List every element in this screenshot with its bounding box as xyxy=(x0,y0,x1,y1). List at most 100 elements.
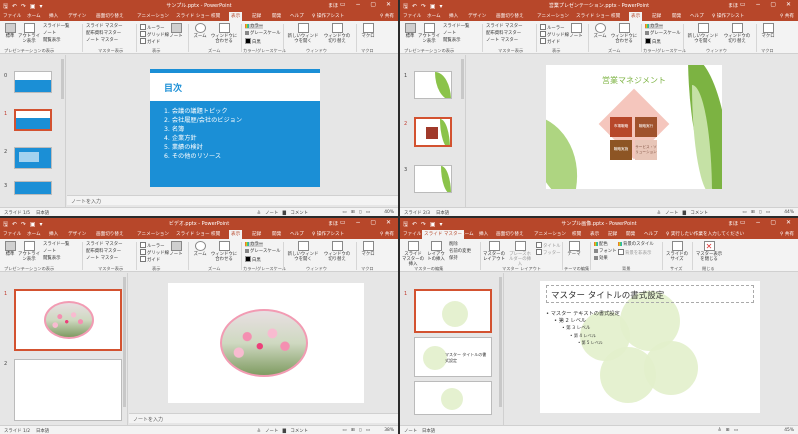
notes-master-button[interactable]: ノート マスター xyxy=(486,38,518,43)
slide-canvas[interactable]: 目次 1. 会議の議題トピック 2. 会社履歴/会社のビジョン 3. 名簿 4.… xyxy=(150,69,320,187)
preserve-button[interactable]: 保持 xyxy=(449,256,458,261)
agenda-list[interactable]: 1. 会議の議題トピック 2. 会社履歴/会社のビジョン 3. 名簿 4. 企業… xyxy=(164,107,242,161)
notes-master-button[interactable]: ノート マスター xyxy=(86,38,118,43)
tab-review[interactable]: 校閲 xyxy=(211,231,220,237)
themes-button[interactable]: テーマ xyxy=(565,241,583,257)
notes-pane[interactable]: ノートを入力 xyxy=(129,413,398,423)
guides-checkbox[interactable]: ガイド xyxy=(140,256,160,263)
tab-view[interactable]: 表示 xyxy=(229,230,243,239)
gridlines-checkbox[interactable]: グリッド線 xyxy=(140,31,169,38)
language-indicator[interactable]: 日本語 xyxy=(36,428,49,434)
fit-to-window-button[interactable]: ウィンドウに合わせる xyxy=(210,241,238,262)
tab-help[interactable]: ヘルプ xyxy=(690,13,704,19)
outline-view-button[interactable]: アウトライン表示 xyxy=(18,241,40,262)
thumbnail-scrollbar[interactable] xyxy=(499,277,502,407)
tab-help[interactable]: ヘルプ xyxy=(290,13,304,19)
slide-title[interactable]: 目次 xyxy=(164,81,182,94)
slide-thumbnail[interactable] xyxy=(14,71,52,93)
colors-button[interactable]: 配色 xyxy=(594,242,608,247)
slide-thumbnail-pane[interactable]: 1 2 3 xyxy=(400,55,466,207)
normal-view-button[interactable]: 標準 xyxy=(3,23,17,39)
tell-me-box[interactable]: ♀ 実行したい作業を入力してください xyxy=(666,231,744,237)
slide-canvas[interactable]: 営業マネジメント 市場戦略 戦略実行 戦略実施 サービス・ソリューション xyxy=(546,65,722,189)
notes-master-button[interactable]: ノート マスター xyxy=(86,256,118,261)
tab-file[interactable]: ファイル xyxy=(403,13,421,19)
thumbnail-scrollbar[interactable] xyxy=(61,59,64,99)
notes-page-button[interactable]: ノート xyxy=(43,249,56,254)
macro-button[interactable]: マクロ xyxy=(760,23,776,39)
slide-thumbnail[interactable] xyxy=(414,165,452,193)
slide-sorter-button[interactable]: スライド一覧 xyxy=(43,24,69,29)
fit-to-window-button[interactable]: ウィンドウに合わせる xyxy=(610,23,638,44)
tab-slideshow[interactable]: スライド ショー xyxy=(176,231,210,237)
language-indicator[interactable]: 日本語 xyxy=(422,428,435,434)
fonts-button[interactable]: フォント xyxy=(594,249,617,254)
tab-help[interactable]: ヘルプ xyxy=(290,231,304,237)
slide-thumbnail-selected[interactable] xyxy=(414,117,452,147)
tab-slideshow[interactable]: スライド ショー xyxy=(176,13,210,19)
tab-animations[interactable]: アニメーション xyxy=(137,13,169,19)
diagram-block[interactable]: サービス・ソリューション xyxy=(635,140,657,160)
tab-view[interactable]: 表示 xyxy=(629,12,643,21)
slide-thumbnail[interactable] xyxy=(414,71,452,99)
window-controls[interactable]: ▭ − ▢ ✕ xyxy=(740,1,795,8)
hide-background-checkbox[interactable]: 背景を非表示 xyxy=(618,249,651,256)
zoom-level[interactable]: 44% xyxy=(784,210,794,215)
user-name[interactable]: まほ xyxy=(728,2,738,9)
window-controls[interactable]: ▭ − ▢ ✕ xyxy=(740,219,795,226)
ruler-checkbox[interactable]: ルーラー xyxy=(140,242,165,249)
zoom-button[interactable]: ズーム xyxy=(192,23,208,39)
tab-slide-master[interactable]: スライド マスター xyxy=(422,230,465,239)
notes-page-button[interactable]: ノート xyxy=(443,31,456,36)
color-button[interactable]: カラー xyxy=(645,24,664,29)
new-window-button[interactable]: 新しいウィンドウを開く xyxy=(686,23,720,44)
tab-animations[interactable]: アニメーション xyxy=(137,231,169,237)
title-checkbox[interactable]: タイトル xyxy=(536,242,561,249)
tab-record[interactable]: 記録 xyxy=(608,231,617,237)
outline-view-button[interactable]: アウトライン表示 xyxy=(418,23,440,44)
notes-page-button[interactable]: ノート xyxy=(43,31,56,36)
background-styles-button[interactable]: 背景のスタイル xyxy=(618,242,654,247)
slide-master-button[interactable]: スライド マスター xyxy=(486,24,523,29)
slide-thumbnail-pane[interactable]: 0 1 2 3 xyxy=(0,55,66,207)
macro-button[interactable]: マクロ xyxy=(360,241,376,257)
slide-title[interactable]: 営業マネジメント xyxy=(546,75,722,86)
guides-checkbox[interactable]: ガイド xyxy=(140,38,160,45)
master-text-placeholder[interactable]: • マスター テキストの書式設定 • 第 2 レベル • 第 3 レベル • 第… xyxy=(546,311,620,346)
view-buttons[interactable]: ▭ ⊞ ▯ ▭ xyxy=(342,210,370,215)
macro-button[interactable]: マクロ xyxy=(360,23,376,39)
slide-master-button[interactable]: スライド マスター xyxy=(86,242,123,247)
tab-developer[interactable]: 開発 xyxy=(272,13,281,19)
window-controls[interactable]: ▭ − ▢ ✕ xyxy=(340,219,395,226)
master-slide-canvas[interactable]: マスター タイトルの書式設定 • マスター テキストの書式設定 • 第 2 レベ… xyxy=(540,281,760,413)
slide-sorter-button[interactable]: スライド一覧 xyxy=(443,24,469,29)
tab-home[interactable]: ホーム xyxy=(460,231,474,237)
tell-me-box[interactable]: ♀ 操作アシスト xyxy=(312,231,344,237)
tab-developer[interactable]: 開発 xyxy=(626,231,635,237)
thumbnail-scrollbar[interactable] xyxy=(461,59,464,99)
tab-animations[interactable]: アニメーション xyxy=(537,13,569,19)
slide-thumbnail[interactable] xyxy=(14,181,52,195)
close-master-view-button[interactable]: ✕ マスター表示を閉じる xyxy=(695,241,723,262)
share-button[interactable]: ⚲ 共有 xyxy=(380,13,394,19)
slide-thumbnail[interactable] xyxy=(14,147,52,169)
master-layout-button[interactable]: マスターのレイアウト xyxy=(483,241,505,262)
share-button[interactable]: ⚲ 共有 xyxy=(780,231,794,237)
tab-record[interactable]: 記録 xyxy=(252,231,261,237)
color-button[interactable]: カラー xyxy=(245,242,264,247)
master-thumbnail-selected[interactable] xyxy=(414,289,492,333)
diagram-block[interactable]: 戦略実行 xyxy=(635,117,657,137)
reading-view-button[interactable]: 閲覧表示 xyxy=(43,256,61,261)
tab-insert[interactable]: 挿入 xyxy=(49,13,58,19)
handout-master-button[interactable]: 配布資料マスター xyxy=(486,31,521,36)
video-oval[interactable] xyxy=(220,309,308,377)
tab-record[interactable]: 記録 xyxy=(252,13,261,19)
user-name[interactable]: まほ xyxy=(328,2,338,9)
language-indicator[interactable]: 日本語 xyxy=(436,210,449,216)
black-white-button[interactable]: 白黒 xyxy=(245,256,261,263)
tab-transitions[interactable]: 画面切り替え xyxy=(496,13,524,19)
user-name[interactable]: まほ xyxy=(728,220,738,227)
slide-master-button[interactable]: スライド マスター xyxy=(86,24,123,29)
tab-developer[interactable]: 開発 xyxy=(672,13,681,19)
color-button[interactable]: カラー xyxy=(245,24,264,29)
